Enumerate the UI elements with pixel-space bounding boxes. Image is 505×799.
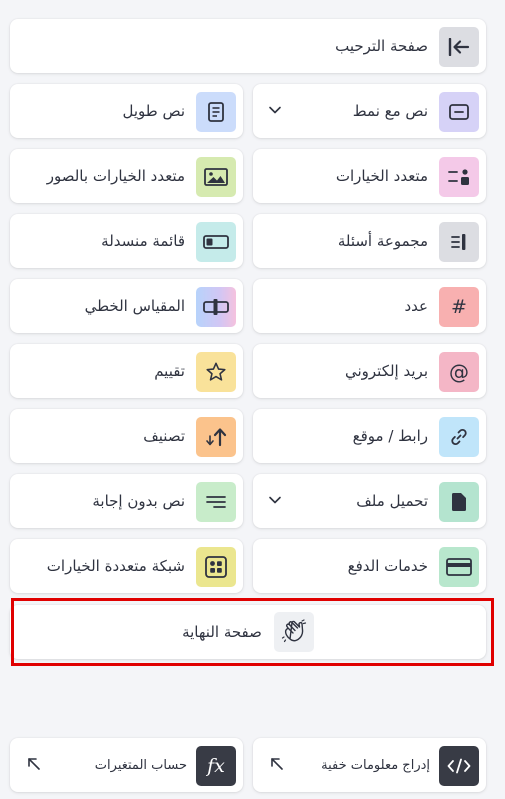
ranking-label: تصنيف [143,427,185,445]
chevron-down-icon[interactable] [268,493,282,507]
hash-icon: # [439,287,479,327]
long-text-label: نص طويل [122,102,185,120]
lines-icon [196,482,236,522]
email-item[interactable]: @ بريد إلكتروني [253,344,486,398]
end-screen-item[interactable]: صفحة النهاية [10,605,486,659]
file-upload-item[interactable]: تحميل ملف [253,474,486,528]
calculator-label: حساب المتغيرات [94,757,187,773]
credit-card-icon [439,547,479,587]
dropdown-item[interactable]: قائمة منسدلة [10,214,243,268]
dropdown-label: قائمة منسدلة [101,232,185,250]
welcome-screen-item[interactable]: صفحة الترحيب [10,19,486,73]
styled-text-item[interactable]: نص مع نمط [253,84,486,138]
star-icon [196,352,236,392]
long-text-item[interactable]: نص طويل [10,84,243,138]
question-group-label: مجموعة أسئلة [337,232,428,250]
grid-icon [196,547,236,587]
multiple-choice-item[interactable]: متعدد الخيارات [253,149,486,203]
arrow-up-left-icon[interactable] [26,756,42,772]
opinion-scale-item[interactable]: المقياس الخطي [10,279,243,333]
calculator-item[interactable]: fx حساب المتغيرات [10,738,243,792]
matrix-item[interactable]: شبكة متعددة الخيارات [10,539,243,593]
group-icon [439,222,479,262]
text-box-icon [439,92,479,132]
checklist-icon [439,157,479,197]
multiple-choice-label: متعدد الخيارات [335,167,428,185]
file-upload-label: تحميل ملف [356,492,428,510]
question-group-item[interactable]: مجموعة أسئلة [253,214,486,268]
rating-item[interactable]: تقييم [10,344,243,398]
ranking-item[interactable]: تصنيف [10,409,243,463]
statement-item[interactable]: نص بدون إجابة [10,474,243,528]
styled-text-label: نص مع نمط [352,102,428,120]
waving-hand-icon [273,612,314,652]
fx-icon: fx [196,746,236,786]
opinion-scale-label: المقياس الخطي [84,297,185,315]
at-icon: @ [439,352,479,392]
hidden-fields-item[interactable]: إدراج معلومات خفية [253,738,486,792]
picture-choice-label: متعدد الخيارات بالصور [46,167,185,185]
dropdown-icon [196,222,236,262]
arrow-up-left-icon[interactable] [269,756,285,772]
link-icon [439,417,479,457]
matrix-label: شبكة متعددة الخيارات [46,557,185,575]
payment-label: خدمات الدفع [347,557,428,575]
code-icon [439,746,479,786]
email-label: بريد إلكتروني [344,362,428,380]
number-item[interactable]: # عدد [253,279,486,333]
image-icon [196,157,236,197]
file-icon [439,482,479,522]
sort-arrows-icon [196,417,236,457]
payment-item[interactable]: خدمات الدفع [253,539,486,593]
hidden-fields-label: إدراج معلومات خفية [321,757,430,773]
rating-label: تقييم [154,362,185,380]
welcome-screen-label: صفحة الترحيب [335,37,428,55]
document-icon [196,92,236,132]
statement-label: نص بدون إجابة [92,492,185,510]
end-screen-label: صفحة النهاية [182,623,262,641]
website-item[interactable]: رابط / موقع [253,409,486,463]
picture-choice-item[interactable]: متعدد الخيارات بالصور [10,149,243,203]
arrow-to-left-icon [439,27,479,67]
number-label: عدد [404,297,428,315]
scale-icon [196,287,236,327]
chevron-down-icon[interactable] [268,103,282,117]
website-label: رابط / موقع [352,427,428,445]
